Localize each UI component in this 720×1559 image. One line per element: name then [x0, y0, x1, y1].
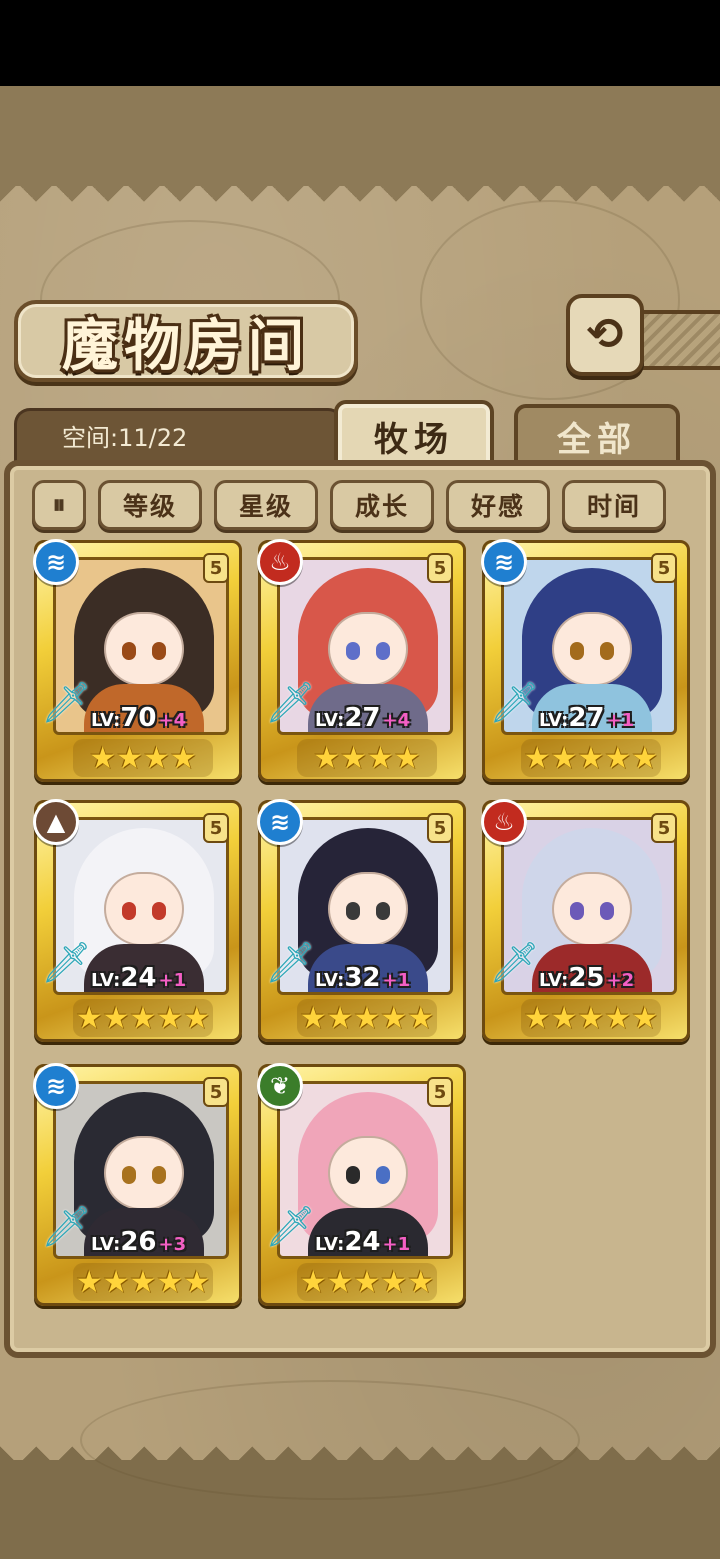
- level-bonus: +1: [382, 1234, 411, 1255]
- level-label: LV:: [315, 1234, 345, 1255]
- sort-order-icon: ⏸: [52, 489, 66, 520]
- sword-icon: 🗡: [489, 680, 540, 726]
- water-element-icon: ≋: [33, 539, 79, 585]
- star-rating: ★★★★★: [521, 739, 661, 777]
- rank-badge: 5: [203, 1077, 229, 1107]
- monster-level: LV: 26 +3: [91, 1227, 186, 1257]
- star-rating: ★★★★★: [297, 999, 437, 1037]
- page-title-plate: 魔物房间: [14, 300, 358, 382]
- sort-affection-button[interactable]: 好感: [446, 480, 550, 530]
- star-rating: ★★★★★: [73, 1263, 213, 1301]
- level-value: 26: [120, 1227, 157, 1257]
- tab-all[interactable]: 全部: [514, 404, 680, 464]
- wind-element-icon: ❦: [257, 1063, 303, 1109]
- rank-badge: 5: [651, 813, 677, 843]
- level-value: 27: [344, 703, 381, 733]
- level-value: 27: [568, 703, 605, 733]
- rank-badge: 5: [651, 553, 677, 583]
- level-label: LV:: [539, 710, 569, 731]
- star-rating: ★★★★★: [297, 1263, 437, 1301]
- sort-growth-button[interactable]: 成长: [330, 480, 434, 530]
- water-element-icon: ≋: [33, 1063, 79, 1109]
- star-rating: ★★★★: [297, 739, 437, 777]
- top-band: [0, 86, 720, 186]
- sort-order-toggle[interactable]: ⏸: [32, 480, 86, 530]
- star-rating: ★★★★★: [521, 999, 661, 1037]
- level-label: LV:: [91, 710, 121, 731]
- page-title: 魔物房间: [62, 312, 310, 379]
- zigzag-top: [0, 186, 720, 212]
- level-bonus: +1: [606, 710, 635, 731]
- rank-badge: 5: [203, 553, 229, 583]
- level-label: LV:: [315, 710, 345, 731]
- back-button[interactable]: ⟲: [566, 294, 644, 376]
- sort-star-button[interactable]: 星级: [214, 480, 318, 530]
- fire-element-icon: ♨: [481, 799, 527, 845]
- level-value: 32: [344, 963, 381, 993]
- water-element-icon: ≋: [481, 539, 527, 585]
- rank-badge: 5: [427, 553, 453, 583]
- star-rating: ★★★★★: [73, 999, 213, 1037]
- monster-level: LV: 27 +1: [539, 703, 634, 733]
- sword-icon: 🗡: [489, 940, 540, 986]
- monster-card[interactable]: ♨ 5 🗡 LV: 27 +4 ★★★★: [257, 539, 466, 782]
- sort-bar: ⏸ 等级 星级 成长 好感 时间: [32, 480, 692, 530]
- sword-icon: 🗡: [265, 1204, 316, 1250]
- tab-ranch[interactable]: 牧场: [334, 400, 494, 468]
- rank-badge: 5: [427, 813, 453, 843]
- level-bonus: +2: [606, 970, 635, 991]
- space-counter: 空间:11/22: [62, 424, 188, 452]
- sort-time-button[interactable]: 时间: [562, 480, 666, 530]
- sword-icon: 🗡: [265, 680, 316, 726]
- level-bonus: +4: [158, 710, 187, 731]
- monster-level: LV: 24 +1: [315, 1227, 410, 1257]
- monster-card[interactable]: ❦ 5 🗡 LV: 24 +1 ★★★★★: [257, 1063, 466, 1306]
- monster-level: LV: 24 +1: [91, 963, 186, 993]
- rank-badge: 5: [427, 1077, 453, 1107]
- monster-card[interactable]: ≋ 5 🗡 LV: 32 +1 ★★★★★: [257, 799, 466, 1042]
- sword-icon: 🗡: [41, 1204, 92, 1250]
- fire-element-icon: ♨: [257, 539, 303, 585]
- sword-icon: 🗡: [41, 940, 92, 986]
- status-bar: [0, 0, 720, 86]
- level-label: LV:: [539, 970, 569, 991]
- back-button-tail: [640, 310, 720, 370]
- level-label: LV:: [91, 970, 121, 991]
- map-decoration: [80, 1380, 580, 1500]
- monster-card[interactable]: ♨ 5 🗡 LV: 25 +2 ★★★★★: [481, 799, 690, 1042]
- level-bonus: +1: [158, 970, 187, 991]
- monster-card[interactable]: ≋ 5 🗡 LV: 26 +3 ★★★★★: [33, 1063, 242, 1306]
- monster-level: LV: 25 +2: [539, 963, 634, 993]
- star-rating: ★★★★: [73, 739, 213, 777]
- level-value: 25: [568, 963, 605, 993]
- level-value: 24: [120, 963, 157, 993]
- back-arrow-icon: ⟲: [586, 309, 624, 360]
- level-label: LV:: [91, 1234, 121, 1255]
- rank-badge: 5: [203, 813, 229, 843]
- level-bonus: +3: [158, 1234, 187, 1255]
- level-value: 24: [344, 1227, 381, 1257]
- level-bonus: +1: [382, 970, 411, 991]
- level-value: 70: [120, 703, 157, 733]
- monster-card[interactable]: ≋ 5 🗡 LV: 27 +1 ★★★★★: [481, 539, 690, 782]
- monster-level: LV: 70 +4: [91, 703, 186, 733]
- sort-level-button[interactable]: 等级: [98, 480, 202, 530]
- monster-card[interactable]: ≋ 5 🗡 LV: 70 +4 ★★★★: [33, 539, 242, 782]
- earth-element-icon: ▲: [33, 799, 79, 845]
- monster-level: LV: 27 +4: [315, 703, 410, 733]
- sword-icon: 🗡: [41, 680, 92, 726]
- monster-level: LV: 32 +1: [315, 963, 410, 993]
- sword-icon: 🗡: [265, 940, 316, 986]
- level-label: LV:: [315, 970, 345, 991]
- water-element-icon: ≋: [257, 799, 303, 845]
- level-bonus: +4: [382, 710, 411, 731]
- monster-card[interactable]: ▲ 5 🗡 LV: 24 +1 ★★★★★: [33, 799, 242, 1042]
